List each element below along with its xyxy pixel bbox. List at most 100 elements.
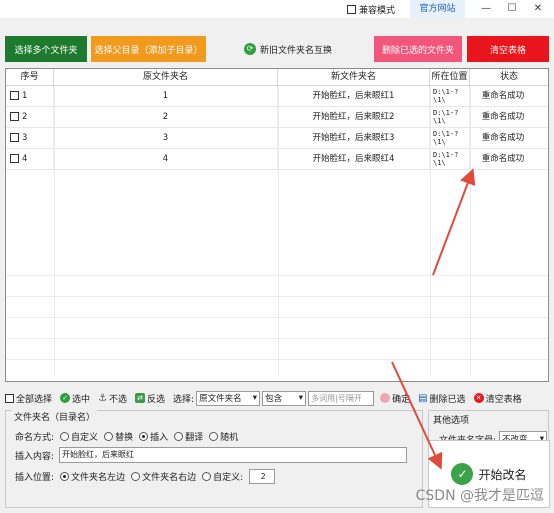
content-row: 插入内容: 开始脸红，后来眼红 <box>15 447 408 463</box>
compat-checkbox[interactable] <box>347 5 356 14</box>
row-index-cell[interactable]: 1 <box>6 86 54 107</box>
row-checkbox[interactable] <box>10 112 19 121</box>
position-radio-custom[interactable] <box>202 472 212 481</box>
select-all-label: 全部选择 <box>16 394 53 405</box>
new-name-cell: 开始脸红，后来眼红1 <box>278 86 430 107</box>
content-label: 插入内容: <box>15 451 55 462</box>
swap-names-label: 新旧文件夹名互换 <box>260 45 333 56</box>
clear-table-button[interactable]: 清空表格 <box>467 36 549 62</box>
header-status[interactable]: 状态 <box>470 69 548 86</box>
mode-custom-label: 自定义 <box>71 433 99 443</box>
old-name-cell: 4 <box>54 149 278 170</box>
mode-radio-random[interactable] <box>209 432 219 441</box>
invert-button[interactable]: ⇄ 反选 <box>135 392 165 405</box>
close-button[interactable]: ✕ <box>524 0 552 18</box>
position-row: 插入位置: 文件夹名左边 文件夹名右边 自定义: 2 <box>15 469 276 484</box>
chevron-down-icon: ▾ <box>252 393 258 403</box>
invert-icon: ⇄ <box>135 393 146 403</box>
status-cell: 重命名成功 <box>481 112 525 122</box>
anchor-icon: ⚓ <box>98 392 107 404</box>
trash-icon: ▤ <box>418 392 428 404</box>
check-icon: ✓ <box>60 393 71 403</box>
table-row[interactable]: 2 2 开始脸红，后来眼红2 D:\1-? \1\ 重命名成功 <box>6 107 548 128</box>
check-icon: ✓ <box>451 463 474 485</box>
mode-replace-label: 替换 <box>115 433 134 443</box>
header-index[interactable]: 序号 <box>6 69 54 86</box>
new-name-cell: 开始脸红，后来眼红3 <box>278 128 430 149</box>
position-custom-label: 自定义: <box>213 473 244 483</box>
confirm-label: 确定 <box>392 394 411 405</box>
clear-table-label: 清空表格 <box>485 394 522 405</box>
select-button[interactable]: ✓ 选中 <box>60 392 90 405</box>
compat-mode-toggle[interactable]: 兼容模式 <box>347 3 395 16</box>
select-parent-button[interactable]: 选择父目录（添加子目录） <box>91 36 206 62</box>
position-radio-right[interactable] <box>131 472 141 481</box>
table-row[interactable]: 4 4 开始脸红，后来眼红4 D:\1-? \1\ 重命名成功 <box>6 149 548 170</box>
unselect-label: 不选 <box>109 394 128 405</box>
action-bar: 全部选择 ✓ 选中 ⚓ 不选 ⇄ 反选 选择: 原文件夹名 ▾ 包含 ▾ 多词用|号隔开 … <box>5 388 549 408</box>
close-icon: ✕ <box>473 393 484 403</box>
position-right-label: 文件夹名右边 <box>142 473 197 483</box>
rename-panel: 文件夹名（目录名） 命名方式: 自定义 替换 插入 翻译 随机 插入内容: 开始… <box>5 410 423 508</box>
title-bar <box>0 0 554 18</box>
row-index: 4 <box>22 154 28 164</box>
invert-label: 反选 <box>147 394 166 405</box>
match-select-value: 包含 <box>265 394 283 404</box>
choose-label: 选择: <box>173 394 195 405</box>
filter-input[interactable]: 多词用|号隔开 <box>308 390 375 406</box>
official-site-link[interactable]: 官方网站 <box>410 0 465 18</box>
clear-table-link[interactable]: ✕ 清空表格 <box>473 392 522 405</box>
other-options-title: 其他选项 <box>433 416 470 426</box>
table-row[interactable]: 1 1 开始脸红，后来眼红1 D:\1-? \1\ 重命名成功 <box>6 86 548 107</box>
row-index: 2 <box>22 112 28 122</box>
maximize-button[interactable]: ☐ <box>498 0 526 18</box>
delete-selected-button[interactable]: 删除已选的文件夹 <box>374 36 462 62</box>
refresh-icon: ⟳ <box>244 43 256 55</box>
custom-position-input[interactable]: 2 <box>249 469 276 484</box>
mode-radio-translate[interactable] <box>174 432 184 441</box>
delete-selected-link[interactable]: ▤ 删除已选 <box>418 392 465 405</box>
select-all-checkbox[interactable] <box>5 393 14 403</box>
old-name-cell: 2 <box>54 107 278 128</box>
position-label: 插入位置: <box>15 473 55 483</box>
start-rename-label: 开始改名 <box>478 467 527 482</box>
swap-names-button[interactable]: ⟳ 新旧文件夹名互换 <box>244 38 344 60</box>
row-index-cell[interactable]: 3 <box>6 128 54 149</box>
mode-radio-replace[interactable] <box>104 432 114 441</box>
old-name-cell: 3 <box>54 128 278 149</box>
mode-label: 命名方式: <box>15 433 55 443</box>
mode-random-label: 随机 <box>220 433 239 443</box>
confirm-button[interactable]: 确定 <box>380 392 410 405</box>
folder-table[interactable]: 序号 原文件夹名 新文件夹名 所在位置 状态 1 1 开始脸红，后来眼红1 D:… <box>5 68 549 382</box>
row-checkbox[interactable] <box>10 154 19 163</box>
mode-insert-label: 插入 <box>150 433 169 443</box>
watermark: CSDN @我才是匹逗 <box>415 488 544 504</box>
mode-row: 命名方式: 自定义 替换 插入 翻译 随机 <box>15 430 238 443</box>
select-label: 选中 <box>72 394 91 405</box>
delete-selected-label: 删除已选 <box>429 394 466 405</box>
row-checkbox[interactable] <box>10 91 19 100</box>
match-select[interactable]: 包含 ▾ <box>262 390 307 406</box>
content-input[interactable]: 开始脸红，后来眼红 <box>59 447 408 463</box>
status-cell: 重命名成功 <box>481 154 525 164</box>
mode-radio-custom[interactable] <box>60 432 70 441</box>
compat-label: 兼容模式 <box>359 6 396 16</box>
header-old-name[interactable]: 原文件夹名 <box>54 69 278 86</box>
header-new-name[interactable]: 新文件夹名 <box>278 69 430 86</box>
select-folders-button[interactable]: 选择多个文件夹 <box>5 36 87 62</box>
unselect-button[interactable]: ⚓ 不选 <box>98 392 127 405</box>
column-select[interactable]: 原文件夹名 ▾ <box>196 390 261 406</box>
row-index: 3 <box>22 133 28 143</box>
mode-radio-insert[interactable] <box>139 432 149 441</box>
select-all-toggle[interactable]: 全部选择 <box>5 392 52 405</box>
row-checkbox[interactable] <box>10 133 19 142</box>
minimize-button[interactable]: — <box>472 0 500 18</box>
table-row[interactable]: 3 3 开始脸红，后来眼红3 D:\1-? \1\ 重命名成功 <box>6 128 548 149</box>
row-index-cell[interactable]: 2 <box>6 107 54 128</box>
location-cell: D:\1-? \1\ <box>430 86 470 107</box>
mode-translate-label: 翻译 <box>185 433 204 443</box>
row-index-cell[interactable]: 4 <box>6 149 54 170</box>
header-location[interactable]: 所在位置 <box>430 69 470 86</box>
position-radio-left[interactable] <box>60 472 70 481</box>
location-cell: D:\1-? \1\ <box>430 128 470 149</box>
